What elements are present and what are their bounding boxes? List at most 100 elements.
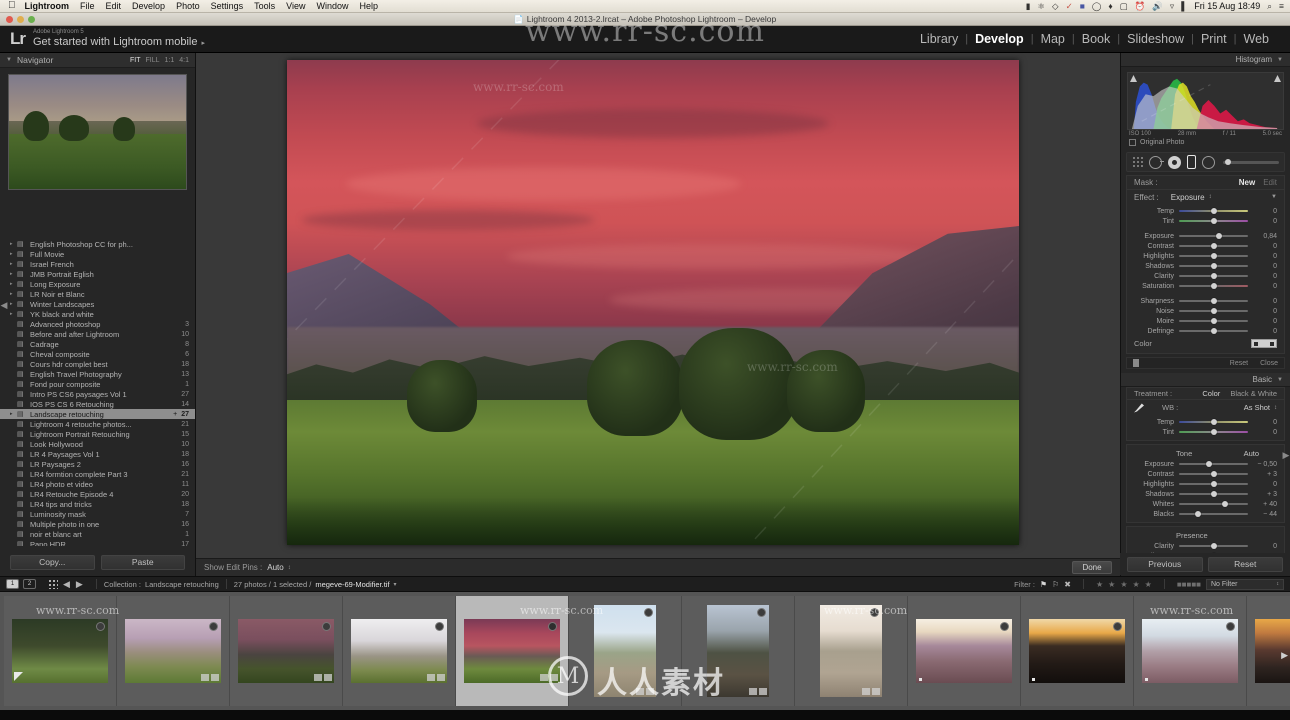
previous-button[interactable]: Previous xyxy=(1127,556,1203,572)
collection-row[interactable]: ▤ Fond pour composite 1 xyxy=(0,379,195,389)
identity-plate[interactable]: Adobe Lightroom 5 Get started with Light… xyxy=(33,28,205,50)
thumbnail-badge-icon[interactable] xyxy=(870,608,879,617)
slider-track[interactable] xyxy=(1179,232,1248,239)
treatment-color-button[interactable]: Color xyxy=(1202,389,1220,398)
mask-new-button[interactable]: New xyxy=(1239,178,1255,187)
back-arrow-icon[interactable]: ◀ xyxy=(63,579,70,590)
slider-handle[interactable] xyxy=(1210,272,1217,279)
close-icon[interactable] xyxy=(6,16,13,23)
navigator-preview[interactable] xyxy=(8,74,187,190)
collection-row[interactable]: ▤ Cadrage 8 xyxy=(0,339,195,349)
thumbnail-badge-icon[interactable] xyxy=(435,622,444,631)
slider-handle[interactable] xyxy=(1210,317,1217,324)
filename-caret-icon[interactable]: ▾ xyxy=(394,581,397,588)
histogram-graph[interactable] xyxy=(1127,72,1284,130)
star-rating-4[interactable]: ★ xyxy=(1132,580,1139,589)
module-slideshow[interactable]: Slideshow xyxy=(1120,32,1191,46)
slider-handle[interactable] xyxy=(1210,307,1217,314)
thumbnail-badge-icon[interactable] xyxy=(209,622,218,631)
thumbnail-image[interactable] xyxy=(12,619,108,683)
slider-track[interactable] xyxy=(1179,460,1248,467)
slider-handle[interactable] xyxy=(1210,327,1217,334)
collection-row[interactable]: ▸ ▤ English Photoshop CC for ph... xyxy=(0,239,195,249)
checkmark-icon[interactable]: ✓ xyxy=(1066,1,1073,12)
slider-track[interactable] xyxy=(1179,272,1248,279)
collection-row[interactable]: ▤ LR4 photo et video 11 xyxy=(0,479,195,489)
filmstrip[interactable] xyxy=(0,592,1290,710)
thumbnail-image[interactable] xyxy=(1029,619,1125,683)
menu-item-settings[interactable]: Settings xyxy=(211,1,244,11)
collection-row[interactable]: ▤ noir et blanc art 1 xyxy=(0,529,195,539)
filmstrip-thumbnail[interactable] xyxy=(1134,596,1247,706)
minimize-icon[interactable] xyxy=(17,16,24,23)
filmstrip-thumbnail[interactable] xyxy=(795,596,908,706)
slider-contrast[interactable]: Contrast 0 xyxy=(1127,241,1284,251)
slider-track[interactable] xyxy=(1179,242,1248,249)
slider-track[interactable] xyxy=(1179,428,1248,435)
slider-handle[interactable] xyxy=(1210,217,1217,224)
collection-row[interactable]: ▸ ▤ Long Exposure xyxy=(0,279,195,289)
battery-icon[interactable]: ▮ xyxy=(1026,1,1031,12)
maximize-icon[interactable] xyxy=(28,16,35,23)
grid-view-icon[interactable] xyxy=(48,579,58,589)
star-rating-1[interactable]: ★ xyxy=(1096,580,1103,589)
filmstrip-thumbnail[interactable] xyxy=(682,596,795,706)
collection-row[interactable]: ▸ ▤ JMB Portrait Eglish xyxy=(0,269,195,279)
expand-arrow-icon[interactable]: ▸ xyxy=(10,411,17,417)
mask-edit-button[interactable]: Edit xyxy=(1263,178,1277,187)
zoom-fill[interactable]: FILL xyxy=(146,57,160,64)
notification-center-icon[interactable]: ≡ xyxy=(1279,1,1284,11)
reset-button[interactable]: Reset xyxy=(1207,556,1283,572)
module-library[interactable]: Library xyxy=(913,32,965,46)
expand-arrow-icon[interactable]: ▸ xyxy=(10,241,17,247)
collection-row[interactable]: ▤ Luminosity mask 7 xyxy=(0,509,195,519)
module-map[interactable]: Map xyxy=(1034,32,1072,46)
slider-track[interactable] xyxy=(1179,510,1248,517)
forward-arrow-icon[interactable]: ▶ xyxy=(76,579,83,590)
slider-track[interactable] xyxy=(1179,490,1248,497)
chevron-right-icon[interactable]: ▸ xyxy=(201,40,205,47)
menu-item-photo[interactable]: Photo xyxy=(176,1,200,11)
effect-menu-icon[interactable]: ▼ xyxy=(1271,194,1277,200)
show-edit-pins-caret[interactable]: ↕ xyxy=(288,565,291,571)
expand-arrow-icon[interactable]: ▸ xyxy=(10,251,17,257)
star-rating-5[interactable]: ★ xyxy=(1145,580,1152,589)
slider-handle[interactable] xyxy=(1195,510,1202,517)
slider-sharpness[interactable]: Sharpness 0 xyxy=(1127,296,1284,306)
spot-removal-icon[interactable] xyxy=(1149,155,1164,169)
slider-moire[interactable]: Moire 0 xyxy=(1127,316,1284,326)
slider-handle[interactable] xyxy=(1222,500,1229,507)
slider-temp[interactable]: Temp 0 xyxy=(1127,206,1284,216)
done-button[interactable]: Done xyxy=(1072,561,1112,574)
thumbnail-image[interactable] xyxy=(1142,619,1238,683)
slider-handle[interactable] xyxy=(1210,242,1217,249)
sync-icon[interactable]: ♦ xyxy=(1108,1,1112,11)
collection-row[interactable]: ▤ Lightroom 4 retouche photos... 21 xyxy=(0,419,195,429)
menu-clock[interactable]: Fri 15 Aug 18:49 xyxy=(1194,1,1260,11)
wb-value[interactable]: As Shot xyxy=(1244,403,1270,412)
collection-row[interactable]: ▤ Advanced photoshop 3 xyxy=(0,319,195,329)
collection-row[interactable]: ▸ ▤ Israel French xyxy=(0,259,195,269)
expand-arrow-icon[interactable]: ▸ xyxy=(10,291,17,297)
right-panel-collapse-arrow[interactable]: ▶ xyxy=(1282,450,1290,461)
slider-shadows[interactable]: Shadows 0 xyxy=(1127,261,1284,271)
collection-row[interactable]: ▤ LR 4 Paysages Vol 1 18 xyxy=(0,449,195,459)
wifi-icon[interactable]: ▿ xyxy=(1170,1,1174,12)
no-filter-dropdown[interactable]: No Filter ↕ xyxy=(1206,578,1284,590)
filmstrip-thumbnail[interactable] xyxy=(117,596,230,706)
slider-handle[interactable] xyxy=(1210,480,1217,487)
collection-row[interactable]: ▸ ▤ LR Noir et Blanc xyxy=(0,289,195,299)
thumbnail-badge-icon[interactable] xyxy=(644,608,653,617)
collection-row[interactable]: ▤ Multiple photo in one 16 xyxy=(0,519,195,529)
menu-item-tools[interactable]: Tools xyxy=(254,1,275,11)
time-machine-icon[interactable]: ◯ xyxy=(1092,1,1102,12)
thumbnail-image[interactable] xyxy=(820,605,882,697)
thumbnail-badge-icon[interactable] xyxy=(757,608,766,617)
slider-handle[interactable] xyxy=(1210,490,1217,497)
slider-handle[interactable] xyxy=(1210,207,1217,214)
flag-unflagged-icon[interactable]: ⚐ xyxy=(1052,580,1059,589)
collection-row[interactable]: ▤ Cheval composite 6 xyxy=(0,349,195,359)
slider-defringe[interactable]: Defringe 0 xyxy=(1127,326,1284,336)
checkbox-icon[interactable] xyxy=(1129,139,1136,146)
red-eye-icon[interactable] xyxy=(1168,155,1181,169)
